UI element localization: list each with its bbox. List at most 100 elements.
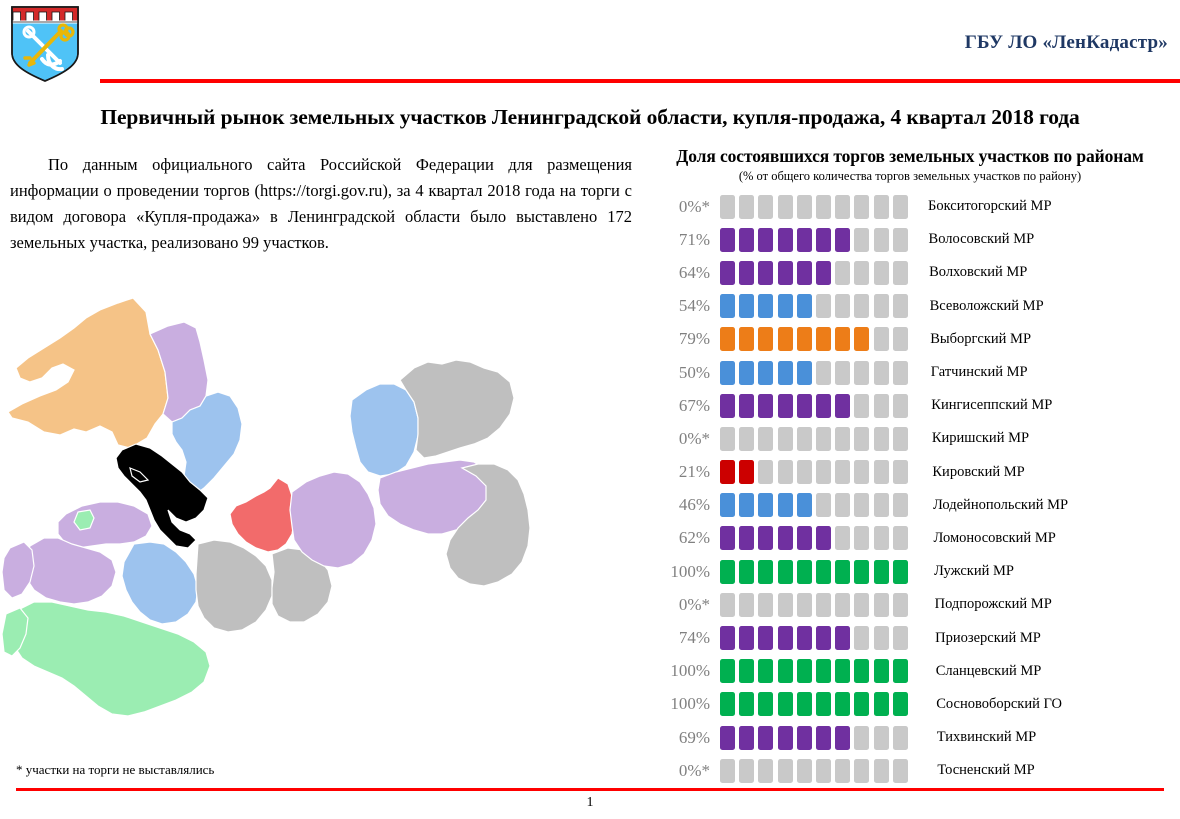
chart-row: 0%* Подпорожский МР	[640, 588, 1180, 621]
chart-block-filled	[758, 692, 774, 717]
chart-block-filled	[758, 360, 774, 385]
map-region-volosovsky	[21, 537, 117, 605]
chart-block-filled	[758, 626, 774, 651]
intro-paragraph: По данным официального сайта Российской …	[10, 155, 632, 252]
chart-title: Доля состоявшихся торгов земельных участ…	[676, 146, 1144, 166]
chart-block-filled	[758, 526, 774, 551]
chart-block-filled	[739, 626, 755, 651]
chart-row: 67% Кингисеппский МР	[640, 389, 1180, 422]
chart-category-label: Волховский МР	[929, 264, 1028, 281]
chart-block-filled	[777, 360, 793, 385]
chart-block-filled	[777, 493, 793, 518]
chart-block-empty	[854, 294, 870, 319]
page-header: ГБУ ЛО «ЛенКадастр»	[0, 0, 1180, 96]
chart-block-track	[720, 493, 912, 518]
chart-block-empty	[739, 758, 755, 783]
chart-block-filled	[758, 294, 774, 319]
chart-block-filled	[796, 659, 812, 684]
chart-block-filled	[720, 460, 735, 485]
chart-block-track	[720, 260, 912, 285]
chart-value-label: 50%	[678, 362, 710, 382]
chart-block-filled	[739, 659, 755, 684]
chart-block-filled	[758, 227, 774, 252]
chart-block-track	[720, 692, 912, 717]
chart-value-label: 21%	[678, 462, 710, 482]
chart-block-empty	[815, 426, 831, 451]
chart-block-track	[720, 725, 912, 750]
chart-block-track	[720, 393, 912, 418]
chart-block-empty	[892, 360, 908, 385]
chart-row: 0%* Киришский МР	[640, 422, 1180, 455]
chart-block-filled	[720, 227, 735, 252]
chart-subtitle: (% от общего количества торгов земельных…	[738, 169, 1082, 183]
map-region-kingiseppsky	[1, 541, 35, 599]
chart-block-empty	[854, 592, 870, 617]
chart-block-filled	[777, 294, 793, 319]
chart-category-label: Подпорожский МР	[934, 596, 1052, 613]
chart-block-empty	[854, 725, 870, 750]
chart-block-filled	[758, 659, 774, 684]
chart-category-label: Выборгский МР	[930, 330, 1032, 347]
chart-block-empty	[854, 227, 870, 252]
chart-block-filled	[815, 327, 831, 352]
chart-block-empty	[739, 426, 755, 451]
chart-block-filled	[815, 526, 831, 551]
chart-block-filled	[873, 692, 889, 717]
map-region-lodeynopolsky	[349, 383, 419, 477]
footer-divider	[16, 788, 1164, 791]
chart-block-empty	[835, 294, 851, 319]
chart-category-label: Ломоносовский МР	[933, 529, 1056, 546]
chart-block-filled	[835, 692, 851, 717]
leningrad-oblast-coat-of-arms-icon	[8, 3, 82, 83]
chart-block-filled	[796, 526, 812, 551]
chart-block-empty	[873, 260, 889, 285]
chart-block-empty	[873, 327, 889, 352]
chart-block-filled	[835, 327, 851, 352]
chart-category-label: Сланцевский МР	[935, 662, 1042, 679]
chart-block-filled	[739, 460, 755, 485]
chart-block-filled	[854, 659, 870, 684]
chart-rows: 0%* Бокситогорский МР 71% Волосовский МР 64%…	[640, 190, 1180, 787]
chart-block-filled	[739, 227, 755, 252]
chart-block-empty	[835, 758, 851, 783]
chart-row: 69% Тихвинский МР	[640, 721, 1180, 754]
chart-block-empty	[835, 260, 851, 285]
chart-block-empty	[835, 460, 851, 485]
chart-block-empty	[758, 592, 774, 617]
chart-block-filled	[815, 260, 831, 285]
chart-block-track	[720, 194, 912, 219]
chart-block-filled	[720, 725, 735, 750]
chart-row: 100% Сосновоборский ГО	[640, 688, 1180, 721]
chart-block-empty	[835, 592, 851, 617]
chart-block-empty	[739, 194, 755, 219]
chart-block-filled	[777, 393, 793, 418]
chart-value-label: 0%*	[678, 760, 710, 780]
chart-block-track	[720, 758, 912, 783]
chart-category-label: Волосовский МР	[928, 231, 1035, 248]
chart-block-empty	[815, 493, 831, 518]
chart-block-filled	[892, 692, 908, 717]
chart-value-label: 100%	[670, 561, 710, 581]
chart-block-filled	[777, 626, 793, 651]
chart-block-empty	[777, 194, 793, 219]
chart-block-filled	[720, 327, 735, 352]
chart-block-filled	[777, 559, 793, 584]
chart-block-filled	[758, 493, 774, 518]
chart-block-empty	[873, 626, 889, 651]
footnote: * участки на торги не выставлялись	[16, 762, 215, 777]
chart-block-empty	[777, 460, 793, 485]
chart-category-label: Киришский МР	[931, 430, 1030, 447]
chart-block-filled	[815, 725, 831, 750]
chart-block-filled	[758, 393, 774, 418]
chart-block-empty	[777, 758, 793, 783]
chart-block-empty	[892, 725, 908, 750]
chart-value-label: 71%	[678, 229, 710, 249]
chart-block-empty	[835, 526, 851, 551]
chart-block-filled	[739, 360, 755, 385]
chart-block-filled	[815, 559, 831, 584]
chart-block-filled	[815, 227, 831, 252]
organization-name: ГБУ ЛО «ЛенКадастр»	[964, 32, 1168, 53]
chart-category-label: Приозерский МР	[935, 629, 1041, 646]
chart-value-label: 0%*	[678, 594, 710, 614]
chart-block-empty	[720, 758, 735, 783]
